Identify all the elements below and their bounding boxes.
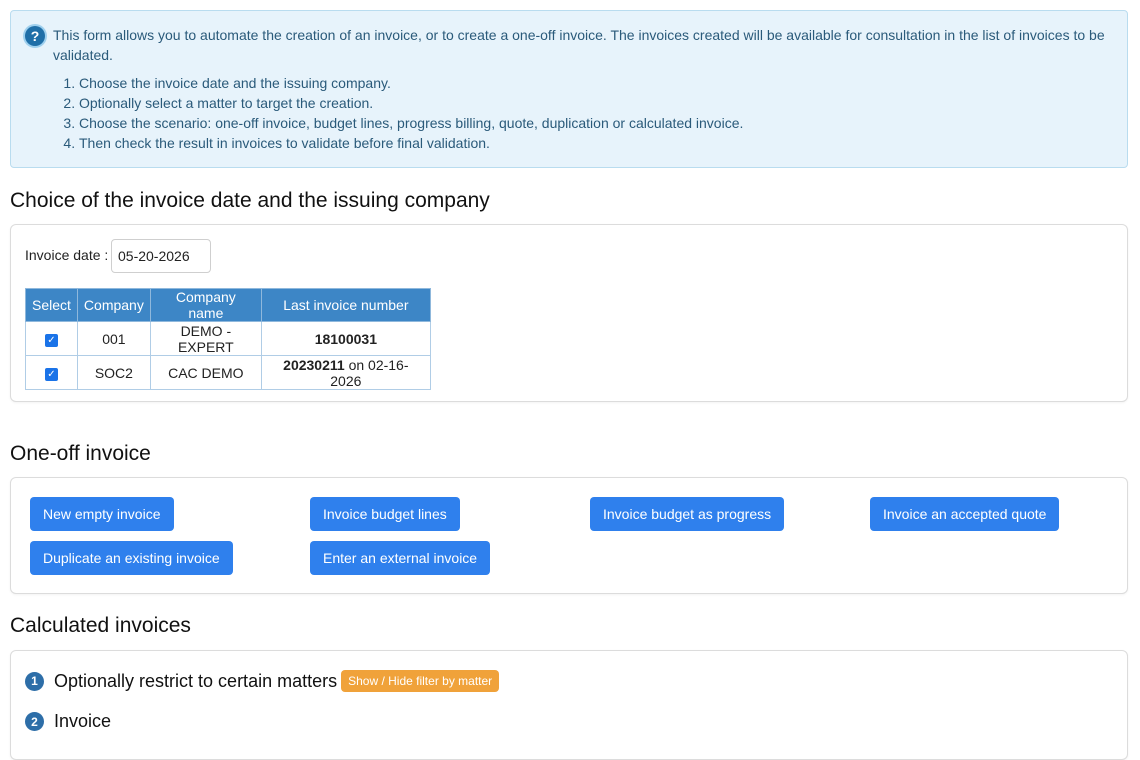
last-invoice-cell: 18100031	[260, 321, 431, 356]
last-invoice-cell: 20230211 on 02-16-2026	[260, 355, 431, 390]
info-text: This form allows you to automate the cre…	[53, 27, 1105, 63]
invoice-date-label: Invoice date :	[25, 247, 109, 263]
company-name-cell: DEMO - EXPERT	[149, 321, 262, 356]
table-header-row: Select Company Company name Last invoice…	[25, 288, 431, 322]
step-label: Optionally restrict to certain matters	[54, 670, 338, 691]
info-step: Choose the invoice date and the issuing …	[79, 73, 743, 93]
section-title-calculated: Calculated invoices	[10, 614, 191, 637]
invoice-date-input[interactable]	[111, 239, 211, 273]
date-company-panel: Invoice date : Select Company Company na…	[10, 224, 1128, 402]
info-step: Optionally select a matter to target the…	[79, 93, 743, 113]
one-off-panel: New empty invoice Invoice budget lines I…	[10, 477, 1128, 594]
select-checkbox[interactable]: ✓	[44, 334, 58, 347]
invoice-budget-lines-button[interactable]: Invoice budget lines	[310, 497, 460, 531]
calculated-panel: 1 Optionally restrict to certain matters…	[10, 650, 1128, 760]
step-number-badge: 2	[25, 712, 44, 731]
invoice-accepted-quote-button[interactable]: Invoice an accepted quote	[870, 497, 1060, 531]
step-restrict-matters: 1 Optionally restrict to certain matters…	[25, 670, 500, 692]
select-cell: ✓	[25, 355, 78, 390]
step-invoice: 2 Invoice	[25, 711, 111, 732]
step-label: Invoice	[54, 711, 112, 731]
external-invoice-button[interactable]: Enter an external invoice	[310, 541, 491, 575]
table-row: ✓ 001 DEMO - EXPERT 18100031	[25, 321, 431, 356]
help-icon: ?	[25, 26, 45, 46]
info-box: ? This form allows you to automate the c…	[10, 10, 1128, 168]
toggle-matter-filter-button[interactable]: Show / Hide filter by matter	[341, 670, 500, 692]
last-invoice-number: 20230211	[283, 356, 345, 373]
company-code-cell: SOC2	[76, 355, 151, 390]
company-table: Select Company Company name Last invoice…	[25, 288, 431, 390]
new-empty-invoice-button[interactable]: New empty invoice	[30, 497, 174, 531]
company-code-cell: 001	[76, 321, 151, 356]
column-header-last-invoice: Last invoice number	[260, 288, 431, 322]
table-row: ✓ SOC2 CAC DEMO 20230211 on 02-16-2026	[25, 355, 431, 390]
last-invoice-number: 18100031	[314, 330, 377, 347]
section-title-one-off: One-off invoice	[10, 442, 151, 465]
column-header-select: Select	[25, 288, 78, 322]
duplicate-invoice-button[interactable]: Duplicate an existing invoice	[30, 541, 233, 575]
company-name-cell: CAC DEMO	[149, 355, 262, 390]
info-steps: Choose the invoice date and the issuing …	[67, 73, 743, 153]
info-step: Then check the result in invoices to val…	[79, 133, 743, 153]
select-checkbox[interactable]: ✓	[44, 368, 58, 381]
section-title-date-company: Choice of the invoice date and the issui…	[10, 189, 490, 212]
step-number-badge: 1	[25, 671, 44, 691]
column-header-company: Company	[76, 288, 151, 322]
column-header-company-name: Company name	[149, 288, 262, 322]
info-step: Choose the scenario: one-off invoice, bu…	[79, 113, 743, 133]
invoice-budget-progress-button[interactable]: Invoice budget as progress	[590, 497, 785, 531]
select-cell: ✓	[25, 321, 78, 356]
